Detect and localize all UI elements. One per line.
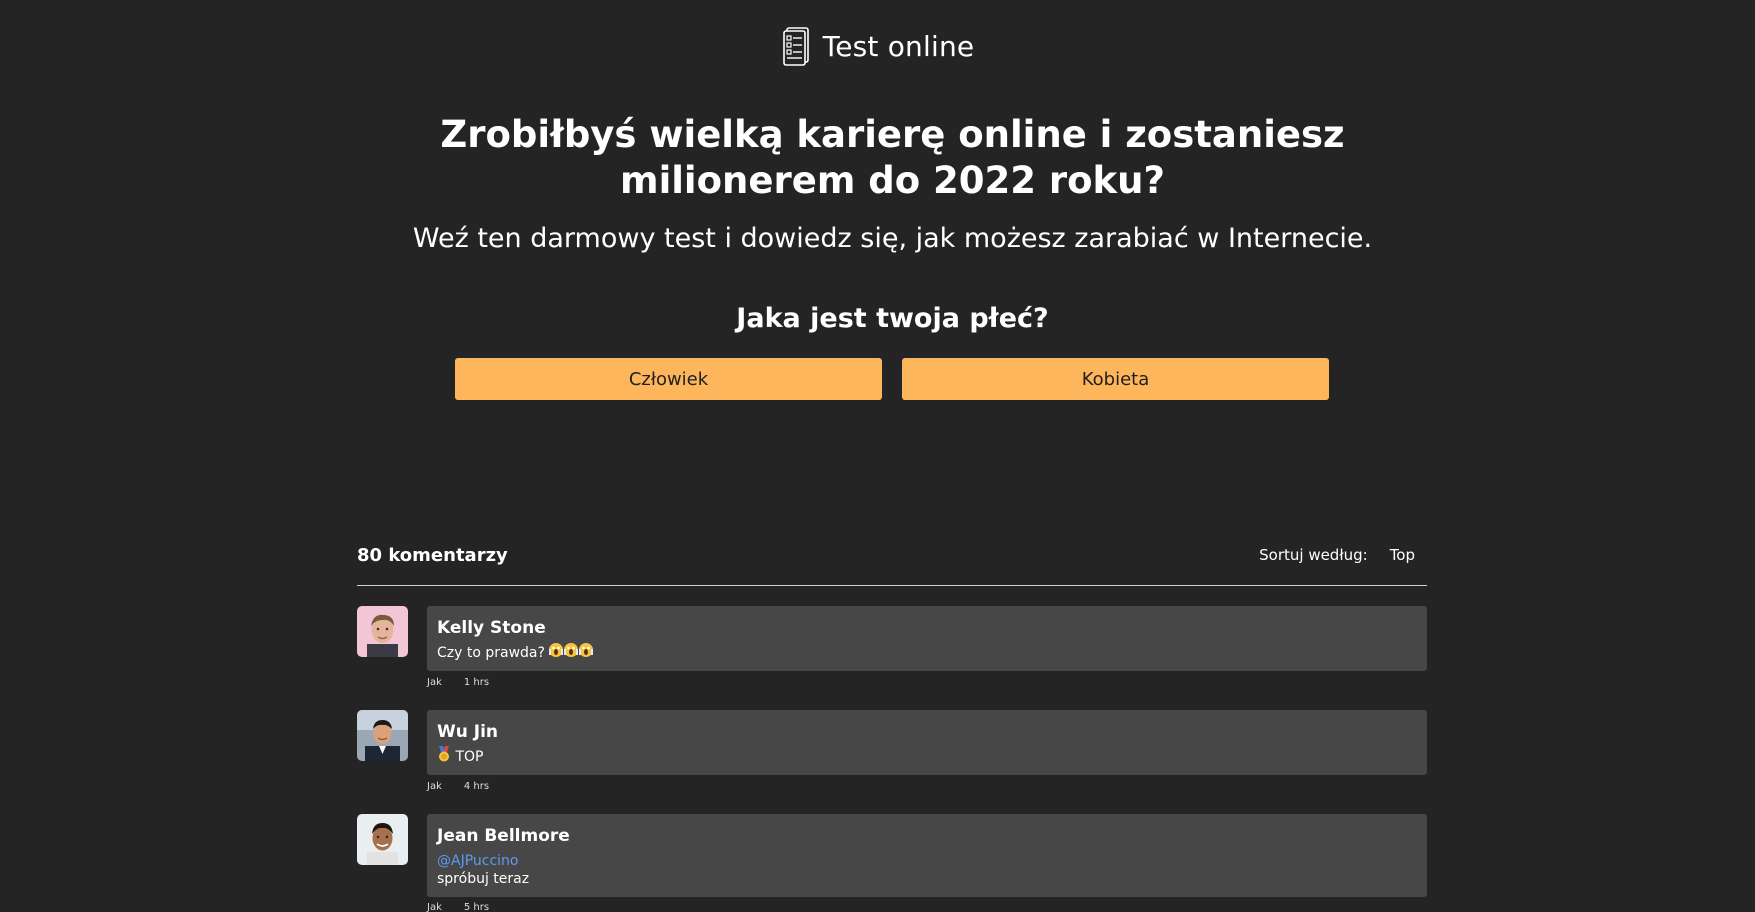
avatar-image: [357, 606, 408, 657]
comment-bubble: Wu Jin TOP: [427, 710, 1427, 775]
comment-mention-link[interactable]: @AJPuccino: [437, 852, 1417, 870]
comment-author[interactable]: Wu Jin: [437, 720, 1417, 744]
comments-header: 80 komentarzy Sortuj według: Top: [357, 540, 1427, 586]
page: Test online Zrobiłbyś wielką karierę onl…: [0, 0, 1755, 912]
like-link[interactable]: Jak: [427, 677, 442, 688]
comment-bubble: Jean Bellmore @AJPuccino spróbuj teraz: [427, 814, 1427, 897]
comment-meta: Jak 4 hrs: [427, 781, 489, 792]
comment-time: 4 hrs: [463, 781, 490, 792]
comment-author[interactable]: Kelly Stone: [437, 616, 1417, 640]
comment-meta: Jak 5 hrs: [427, 902, 489, 912]
like-link[interactable]: Jak: [427, 902, 442, 912]
comment-time: 1 hrs: [463, 677, 490, 688]
comments-count: 80 komentarzy: [357, 545, 508, 566]
scream-emoji: [549, 642, 594, 664]
answer-button-woman[interactable]: Kobieta: [902, 358, 1329, 400]
comment-author[interactable]: Jean Bellmore: [437, 824, 1417, 848]
comment-bubble: Kelly Stone Czy to prawda?: [427, 606, 1427, 671]
site-header: Test online: [0, 26, 1755, 66]
quiz-question: Jaka jest twoja płeć?: [736, 303, 1049, 334]
medal-emoji: [437, 746, 451, 768]
comment-body: TOP: [455, 749, 484, 765]
avatar-image: [357, 710, 408, 761]
sort-control: Sortuj według: Top: [1259, 546, 1415, 564]
comment-time: 5 hrs: [463, 902, 490, 912]
like-link[interactable]: Jak: [427, 781, 442, 792]
comment-text: Czy to prawda?: [437, 642, 1417, 664]
page-headline: Zrobiłbyś wielką karierę online i zostan…: [440, 113, 1345, 202]
page-subheadline: Weź ten darmowy test i dowiedz się, jak …: [412, 223, 1373, 254]
sort-label: Sortuj według:: [1259, 546, 1368, 564]
comment-meta: Jak 1 hrs: [427, 677, 489, 688]
avatar: [357, 606, 408, 657]
comment-text: TOP: [437, 746, 1417, 768]
comment-body: spróbuj teraz: [437, 871, 530, 887]
sort-select[interactable]: Top: [1390, 546, 1415, 564]
comment-body: Czy to prawda?: [437, 645, 545, 661]
answer-button-man[interactable]: Człowiek: [455, 358, 882, 400]
avatar: [357, 710, 408, 761]
test-document-icon: [782, 27, 809, 66]
avatar-image: [357, 814, 408, 865]
avatar: [357, 814, 408, 865]
site-title: Test online: [822, 29, 975, 63]
